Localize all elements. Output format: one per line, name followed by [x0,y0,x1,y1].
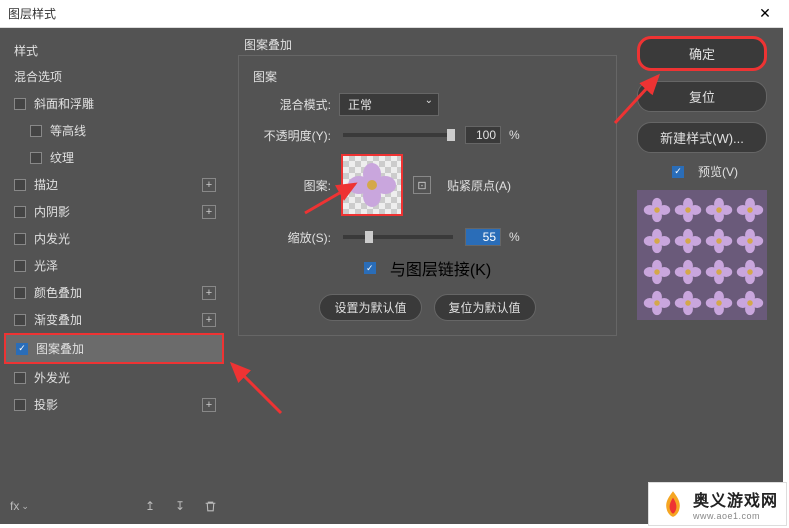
checkbox-icon[interactable] [14,372,26,384]
link-layer-checkbox[interactable] [364,262,376,274]
preview-thumbnail [637,190,767,320]
reset-default-button[interactable]: 复位为默认值 [434,294,536,321]
arrow-up-icon[interactable]: ↥ [142,498,158,514]
new-pattern-icon[interactable]: ⊡ [413,176,431,194]
sidebar-item-stroke[interactable]: 描边+ [4,171,224,198]
preview-label: 预览(V) [698,163,738,180]
checkbox-icon[interactable] [30,125,42,137]
preview-checkbox[interactable] [672,166,684,178]
add-icon[interactable]: + [202,398,216,412]
styles-sidebar: 样式 混合选项 斜面和浮雕 等高线 纹理 描边+ 内阴影+ 内发光 光泽 颜色叠… [0,28,228,524]
sidebar-item-bevel[interactable]: 斜面和浮雕 [4,90,224,117]
set-default-button[interactable]: 设置为默认值 [319,294,421,321]
opacity-input[interactable]: 100 [465,126,501,144]
sidebar-item-color-overlay[interactable]: 颜色叠加+ [4,279,224,306]
sidebar-item-texture[interactable]: 纹理 [4,144,224,171]
add-icon[interactable]: + [202,205,216,219]
checkbox-icon[interactable] [14,314,26,326]
ok-button[interactable]: 确定 [637,36,767,71]
annotation-arrow-icon [300,178,370,218]
settings-panel: 图案叠加 图案 混合模式: 正常 不透明度(Y): 100 % 图案: [228,28,627,524]
watermark: 奥义游戏网 www.aoe1.com [648,482,787,526]
sidebar-item-pattern-overlay[interactable]: 图案叠加 [4,333,224,364]
checkbox-icon[interactable] [16,343,28,355]
checkbox-icon[interactable] [14,260,26,272]
scale-unit: % [509,230,520,244]
add-icon[interactable]: + [202,313,216,327]
flame-icon [657,488,689,520]
watermark-url: www.aoe1.com [693,511,778,521]
box-title: 图案 [253,68,602,85]
scale-label: 缩放(S): [253,229,331,246]
checkbox-icon[interactable] [30,152,42,164]
sidebar-item-drop-shadow[interactable]: 投影+ [4,391,224,418]
trash-icon[interactable] [202,498,218,514]
add-icon[interactable]: + [202,286,216,300]
sidebar-item-blend-options[interactable]: 混合选项 [4,63,224,90]
group-title: 图案叠加 [238,36,617,53]
opacity-unit: % [509,128,520,142]
close-button[interactable]: ✕ [755,4,775,24]
watermark-title: 奥义游戏网 [693,487,778,511]
sidebar-item-satin[interactable]: 光泽 [4,252,224,279]
checkbox-icon[interactable] [14,179,26,191]
annotation-arrow-icon [226,358,286,418]
sidebar-item-gradient-overlay[interactable]: 渐变叠加+ [4,306,224,333]
sidebar-header: 样式 [4,36,224,63]
snap-origin-button[interactable]: 贴紧原点(A) [441,175,517,196]
opacity-label: 不透明度(Y): [253,127,331,144]
fx-menu-button[interactable]: fx⌄ [10,499,29,513]
opacity-slider[interactable] [343,133,453,137]
checkbox-icon[interactable] [14,233,26,245]
checkbox-icon[interactable] [14,206,26,218]
sidebar-item-inner-shadow[interactable]: 内阴影+ [4,198,224,225]
arrow-down-icon[interactable]: ↧ [172,498,188,514]
checkbox-icon[interactable] [14,98,26,110]
sidebar-item-outer-glow[interactable]: 外发光 [4,364,224,391]
window-title: 图层样式 [8,5,56,22]
sidebar-item-contour[interactable]: 等高线 [4,117,224,144]
blend-mode-label: 混合模式: [253,96,331,113]
sidebar-item-inner-glow[interactable]: 内发光 [4,225,224,252]
link-layer-label: 与图层链接(K) [390,256,491,280]
checkbox-icon[interactable] [14,287,26,299]
add-icon[interactable]: + [202,178,216,192]
annotation-arrow-icon [610,68,670,128]
scale-slider[interactable] [343,235,453,239]
blend-mode-dropdown[interactable]: 正常 [339,93,439,116]
checkbox-icon[interactable] [14,399,26,411]
scale-input[interactable]: 55 [465,228,501,246]
